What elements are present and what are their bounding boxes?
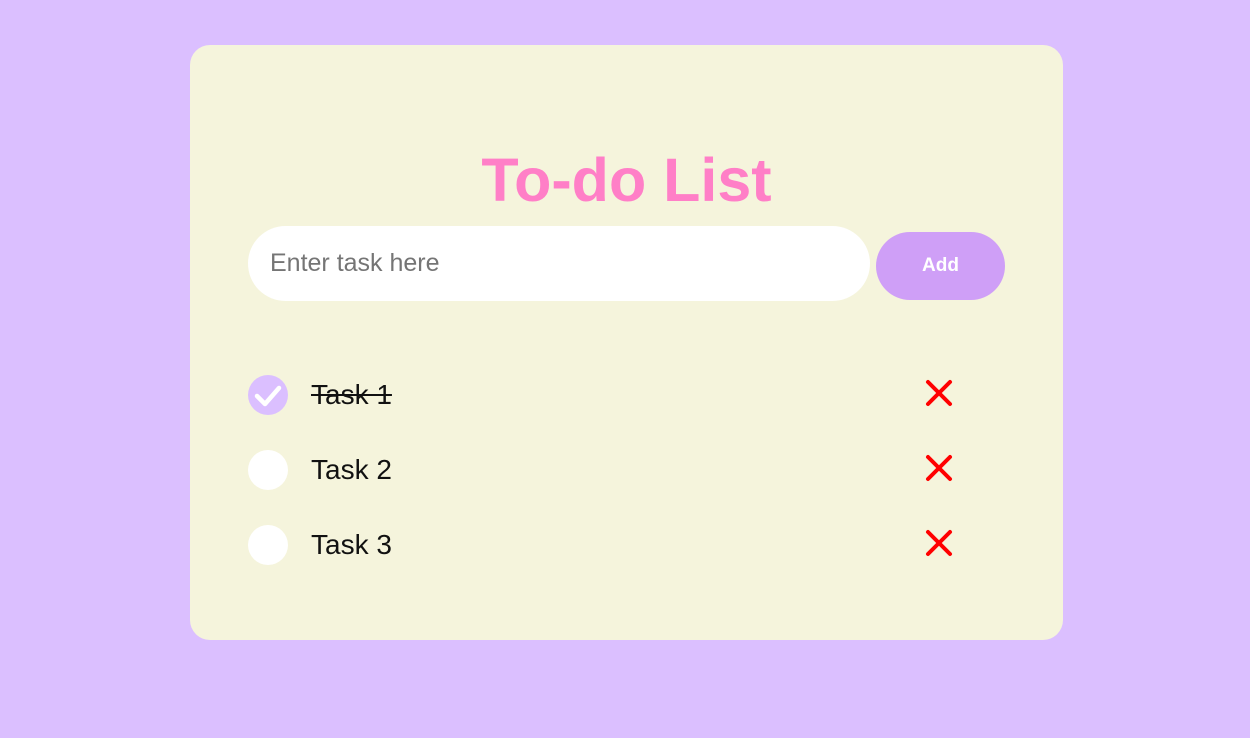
task-checkbox[interactable] [248,450,288,490]
task-checkbox[interactable] [248,525,288,565]
task-label[interactable]: Task 1 [311,379,392,411]
task-list: Task 1 Task 2 Task 3 [248,356,968,581]
task-input[interactable] [248,226,870,301]
delete-x-icon[interactable] [923,527,955,559]
delete-x-icon[interactable] [923,377,955,409]
task-item: Task 1 [248,356,968,431]
task-item: Task 3 [248,506,968,581]
task-label[interactable]: Task 3 [311,529,392,561]
checkmark-icon [254,385,282,407]
task-item: Task 2 [248,431,968,506]
task-label[interactable]: Task 2 [311,454,392,486]
delete-x-icon[interactable] [923,452,955,484]
task-checkbox[interactable] [248,375,288,415]
add-task-button[interactable]: Add [876,232,1005,300]
page-title: To-do List [481,146,772,214]
todo-card: To-do List Add Task 1 Task 2 [190,45,1063,640]
